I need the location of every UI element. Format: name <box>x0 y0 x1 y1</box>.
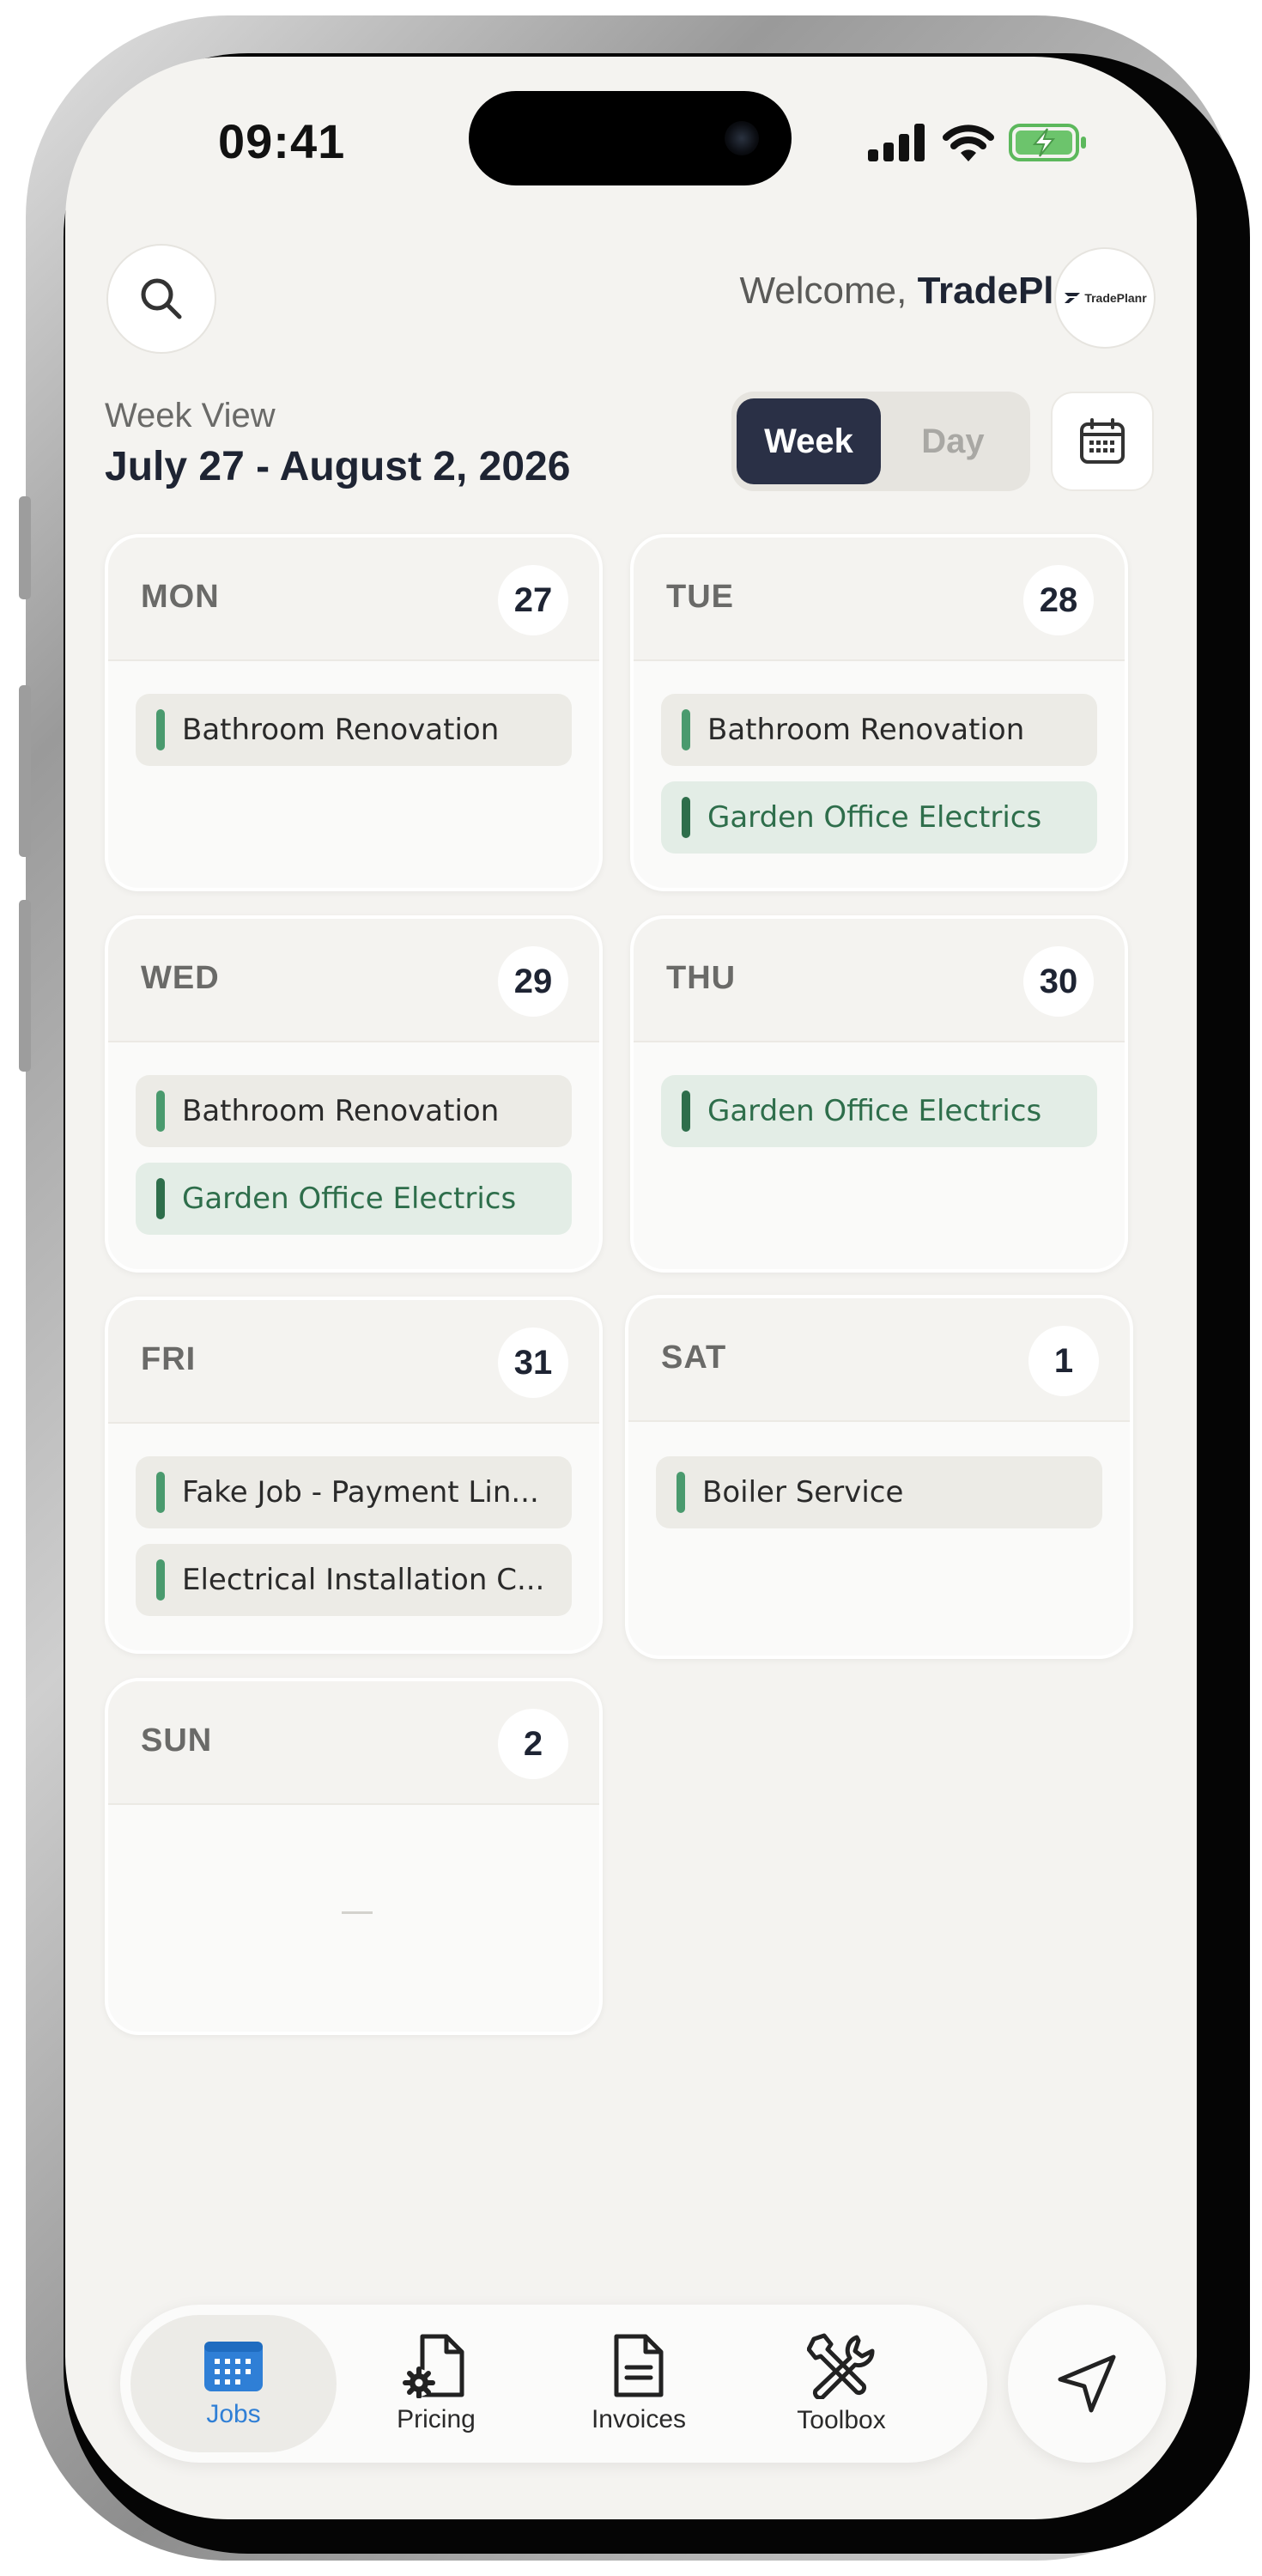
tradeplanr-logo-icon <box>1065 293 1081 303</box>
nav-label: Invoices <box>591 2405 687 2433</box>
day-card-sun[interactable]: SUN 2 <box>105 1678 603 2035</box>
day-name: TUE <box>666 579 734 615</box>
action-button <box>19 496 31 599</box>
job-color-bar <box>682 709 690 750</box>
empty-day-dash <box>342 1911 373 1914</box>
send-icon <box>1058 2354 1116 2413</box>
bottom-nav: Jobs Pricing Invoices Toolbox <box>120 2305 987 2463</box>
nav-item-invoices[interactable]: Invoices <box>536 2315 742 2452</box>
profile-avatar[interactable]: TradePlanr <box>1054 247 1156 349</box>
day-name: FRI <box>141 1341 197 1377</box>
job-item[interactable]: Bathroom Renovation <box>136 1075 572 1147</box>
job-title: Electrical Installation C... <box>182 1563 545 1597</box>
search-icon <box>141 278 182 319</box>
nav-item-pricing[interactable]: Pricing <box>333 2315 539 2452</box>
job-item[interactable]: Boiler Service <box>656 1456 1102 1528</box>
logo-text: TradePlanr <box>1084 291 1147 305</box>
day-card-wed[interactable]: WED 29 Bathroom Renovation Garden Office… <box>105 915 603 1273</box>
date-range: July 27 - August 2, 2026 <box>105 444 571 489</box>
nav-item-jobs[interactable]: Jobs <box>130 2315 337 2452</box>
day-toggle-button[interactable]: Day <box>881 398 1025 484</box>
day-name: WED <box>141 960 220 996</box>
job-title: Garden Office Electrics <box>707 1094 1042 1128</box>
job-item[interactable]: Fake Job - Payment Lin... <box>136 1456 572 1528</box>
job-item[interactable]: Electrical Installation C... <box>136 1544 572 1616</box>
job-color-bar <box>677 1472 685 1513</box>
day-card-tue[interactable]: TUE 28 Bathroom Renovation Garden Office… <box>630 534 1128 891</box>
job-item[interactable]: Bathroom Renovation <box>661 694 1097 766</box>
job-color-bar <box>682 797 690 838</box>
welcome-text: Welcome, TradePlanr <box>529 270 1113 313</box>
job-item[interactable]: Garden Office Electrics <box>136 1163 572 1235</box>
job-title: Bathroom Renovation <box>182 713 500 747</box>
day-number: 1 <box>1028 1326 1099 1396</box>
day-name: MON <box>141 579 220 615</box>
job-title: Garden Office Electrics <box>182 1182 517 1216</box>
job-item[interactable]: Garden Office Electrics <box>661 781 1097 854</box>
view-toggle: Week Day <box>731 392 1030 491</box>
day-card-mon[interactable]: MON 27 Bathroom Renovation <box>105 534 603 891</box>
tools-icon <box>807 2333 875 2399</box>
day-header: THU 30 <box>634 919 1125 1042</box>
job-title: Garden Office Electrics <box>707 800 1042 835</box>
day-header: SAT 1 <box>628 1298 1130 1422</box>
day-header: FRI 31 <box>108 1300 599 1424</box>
wifi-icon <box>943 125 994 161</box>
job-color-bar <box>156 709 165 750</box>
day-card-fri[interactable]: FRI 31 Fake Job - Payment Lin... Electri… <box>105 1297 603 1654</box>
signal-icon <box>868 124 925 161</box>
welcome-prefix: Welcome, <box>739 270 918 312</box>
document-gear-icon <box>403 2334 464 2398</box>
view-label: Week View <box>105 397 276 434</box>
day-name: THU <box>666 960 737 996</box>
job-color-bar <box>156 1472 165 1513</box>
calendar-icon <box>204 2342 263 2391</box>
day-name: SUN <box>141 1722 213 1759</box>
nav-label: Toolbox <box>797 2406 886 2434</box>
nav-item-toolbox[interactable]: Toolbox <box>738 2315 944 2452</box>
volume-up-button <box>19 685 31 857</box>
status-icons <box>868 118 1088 161</box>
job-item[interactable]: Garden Office Electrics <box>661 1075 1097 1147</box>
battery-icon <box>1009 124 1086 161</box>
job-color-bar <box>682 1091 690 1132</box>
day-card-sat[interactable]: SAT 1 Boiler Service <box>625 1295 1133 1659</box>
send-button[interactable] <box>1008 2305 1166 2463</box>
job-title: Fake Job - Payment Lin... <box>182 1475 539 1510</box>
status-time: 09:41 <box>218 114 346 168</box>
week-toggle-button[interactable]: Week <box>737 398 881 484</box>
calendar-picker-button[interactable] <box>1051 392 1154 491</box>
day-number: 30 <box>1023 946 1094 1017</box>
job-color-bar <box>156 1559 165 1601</box>
day-header: WED 29 <box>108 919 599 1042</box>
day-number: 31 <box>498 1327 568 1398</box>
day-number: 28 <box>1023 565 1094 635</box>
day-header: SUN 2 <box>108 1681 599 1805</box>
nav-label: Pricing <box>397 2405 476 2433</box>
day-number: 2 <box>498 1709 568 1779</box>
nav-label: Jobs <box>206 2400 261 2428</box>
search-button[interactable] <box>106 244 216 354</box>
job-item[interactable]: Bathroom Renovation <box>136 694 572 766</box>
day-header: MON 27 <box>108 538 599 661</box>
app-screen: 09:41 Welcome, TradePlanr TradePlanr Wee… <box>65 57 1197 2519</box>
day-number: 29 <box>498 946 568 1017</box>
day-number: 27 <box>498 565 568 635</box>
job-color-bar <box>156 1091 165 1132</box>
day-name: SAT <box>661 1340 727 1376</box>
job-title: Bathroom Renovation <box>707 713 1025 747</box>
job-title: Boiler Service <box>702 1475 904 1510</box>
day-card-thu[interactable]: THU 30 Garden Office Electrics <box>630 915 1128 1273</box>
dynamic-island <box>469 91 792 185</box>
day-header: TUE 28 <box>634 538 1125 661</box>
camera-icon <box>725 121 759 155</box>
job-title: Bathroom Renovation <box>182 1094 500 1128</box>
job-color-bar <box>156 1178 165 1219</box>
calendar-icon <box>1080 418 1125 464</box>
invoice-icon <box>614 2334 664 2397</box>
volume-down-button <box>19 900 31 1072</box>
